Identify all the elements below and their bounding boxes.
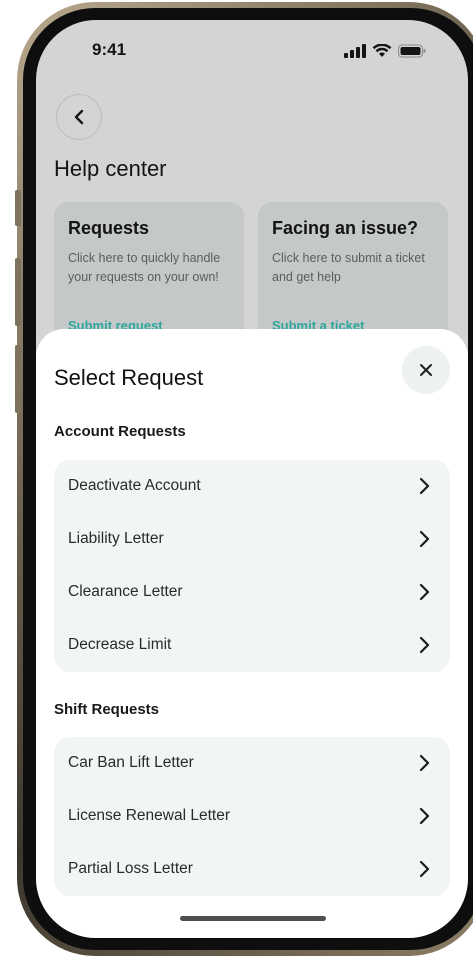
chevron-right-icon xyxy=(419,583,430,601)
page-title: Help center xyxy=(54,156,167,181)
request-row-license-renewal-letter[interactable]: License Renewal Letter xyxy=(54,790,450,843)
chevron-left-icon xyxy=(74,109,84,125)
account-requests-group: Deactivate Account Liability Letter Clea… xyxy=(54,460,450,672)
request-label: Clearance Letter xyxy=(68,583,183,600)
request-label: Decrease Limit xyxy=(68,636,172,653)
chevron-right-icon xyxy=(419,754,430,772)
request-label: License Renewal Letter xyxy=(68,807,230,824)
request-label: Liability Letter xyxy=(68,530,164,547)
request-label: Car Ban Lift Letter xyxy=(68,754,194,771)
volume-up-button xyxy=(15,258,21,326)
shift-requests-group: Car Ban Lift Letter License Renewal Lett… xyxy=(54,737,450,896)
card-title: Requests xyxy=(68,218,150,238)
request-row-deactivate-account[interactable]: Deactivate Account xyxy=(54,460,450,513)
mute-switch xyxy=(15,190,21,226)
battery-icon xyxy=(398,44,426,58)
request-row-car-ban-lift-letter[interactable]: Car Ban Lift Letter xyxy=(54,737,450,790)
volume-down-button xyxy=(15,345,21,413)
request-row-clearance-letter[interactable]: Clearance Letter xyxy=(54,566,450,619)
request-row-partial-loss-letter[interactable]: Partial Loss Letter xyxy=(54,843,450,896)
request-label: Deactivate Account xyxy=(68,477,201,494)
chevron-right-icon xyxy=(419,530,430,548)
wifi-icon xyxy=(372,44,392,57)
home-indicator xyxy=(180,916,326,921)
chevron-right-icon xyxy=(419,477,430,495)
request-row-decrease-limit[interactable]: Decrease Limit xyxy=(54,619,450,672)
section-title-account: Account Requests xyxy=(54,423,186,440)
close-icon xyxy=(420,364,432,376)
chevron-right-icon xyxy=(419,860,430,878)
sheet-title: Select Request xyxy=(54,365,204,390)
status-time: 9:41 xyxy=(92,40,127,59)
card-title: Facing an issue? xyxy=(272,218,419,238)
card-description: Click here to submit a ticket and get he… xyxy=(272,251,425,284)
request-row-liability-letter[interactable]: Liability Letter xyxy=(54,513,450,566)
chevron-right-icon xyxy=(419,636,430,654)
back-button[interactable] xyxy=(56,94,102,140)
status-bar: 9:41 xyxy=(36,20,468,76)
request-label: Partial Loss Letter xyxy=(68,860,193,877)
phone-screen: 9:41 Help center Requests Click here to … xyxy=(36,20,468,938)
status-icons xyxy=(344,44,426,58)
select-request-sheet: Select Request Account Requests Deactiva… xyxy=(36,329,468,938)
card-description: Click here to quickly handle your reques… xyxy=(68,251,221,284)
chevron-right-icon xyxy=(419,807,430,825)
close-button[interactable] xyxy=(402,346,450,394)
section-title-shift: Shift Requests xyxy=(54,701,160,718)
signal-icon xyxy=(344,44,366,58)
